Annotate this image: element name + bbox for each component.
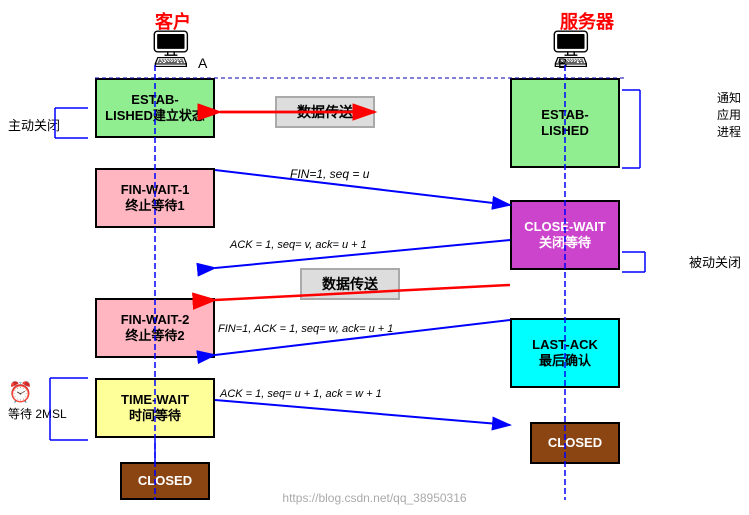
state-finwait2: FIN-WAIT-2终止等待2 bbox=[95, 298, 215, 358]
label-beidong: 被动关闭 bbox=[689, 252, 741, 271]
svg-text:FIN=1, ACK = 1, seq= w, ack= u: FIN=1, ACK = 1, seq= w, ack= u + 1 bbox=[218, 323, 393, 335]
svg-text:ACK = 1, seq= u + 1, ack = w +: ACK = 1, seq= u + 1, ack = w + 1 bbox=[219, 388, 382, 400]
label-a: A bbox=[198, 55, 207, 71]
label-notify: 通知应用进程 bbox=[717, 90, 741, 140]
state-closed-right: CLOSED bbox=[530, 422, 620, 464]
computer-client-icon: 🖥 bbox=[148, 28, 194, 70]
state-lastack: LAST-ACK最后确认 bbox=[510, 318, 620, 388]
svg-text:FIN=1, seq = u: FIN=1, seq = u bbox=[290, 167, 370, 181]
watermark: https://blog.csdn.net/qq_38950316 bbox=[282, 491, 466, 505]
data-transfer-box-1: 数据传送 bbox=[275, 96, 375, 128]
data-transfer-box-2: 数据传送 bbox=[300, 268, 400, 300]
label-wait2msl: ⏰ 等待 2MSL bbox=[8, 380, 67, 422]
svg-text:ACK = 1, seq= v, ack= u + 1: ACK = 1, seq= v, ack= u + 1 bbox=[229, 239, 367, 251]
state-closed-left: CLOSED bbox=[120, 462, 210, 500]
diagram: 客户 服务器 🖥 🖥 A B 主动关闭 被动关闭 通知应用进程 ⏰ 等待 2MS… bbox=[0, 0, 749, 515]
state-closewait: CLOSE-WAIT关闭等待 bbox=[510, 200, 620, 270]
state-finwait1: FIN-WAIT-1终止等待1 bbox=[95, 168, 215, 228]
state-established-left: ESTAB-LISHED建立状态 bbox=[95, 78, 215, 138]
state-established-right: ESTAB-LISHED bbox=[510, 78, 620, 168]
label-b: B bbox=[558, 55, 567, 71]
label-zhudong: 主动关闭 bbox=[8, 115, 60, 134]
state-timewait: TIME-WAIT时间等待 bbox=[95, 378, 215, 438]
computer-server-icon: 🖥 bbox=[548, 28, 594, 70]
